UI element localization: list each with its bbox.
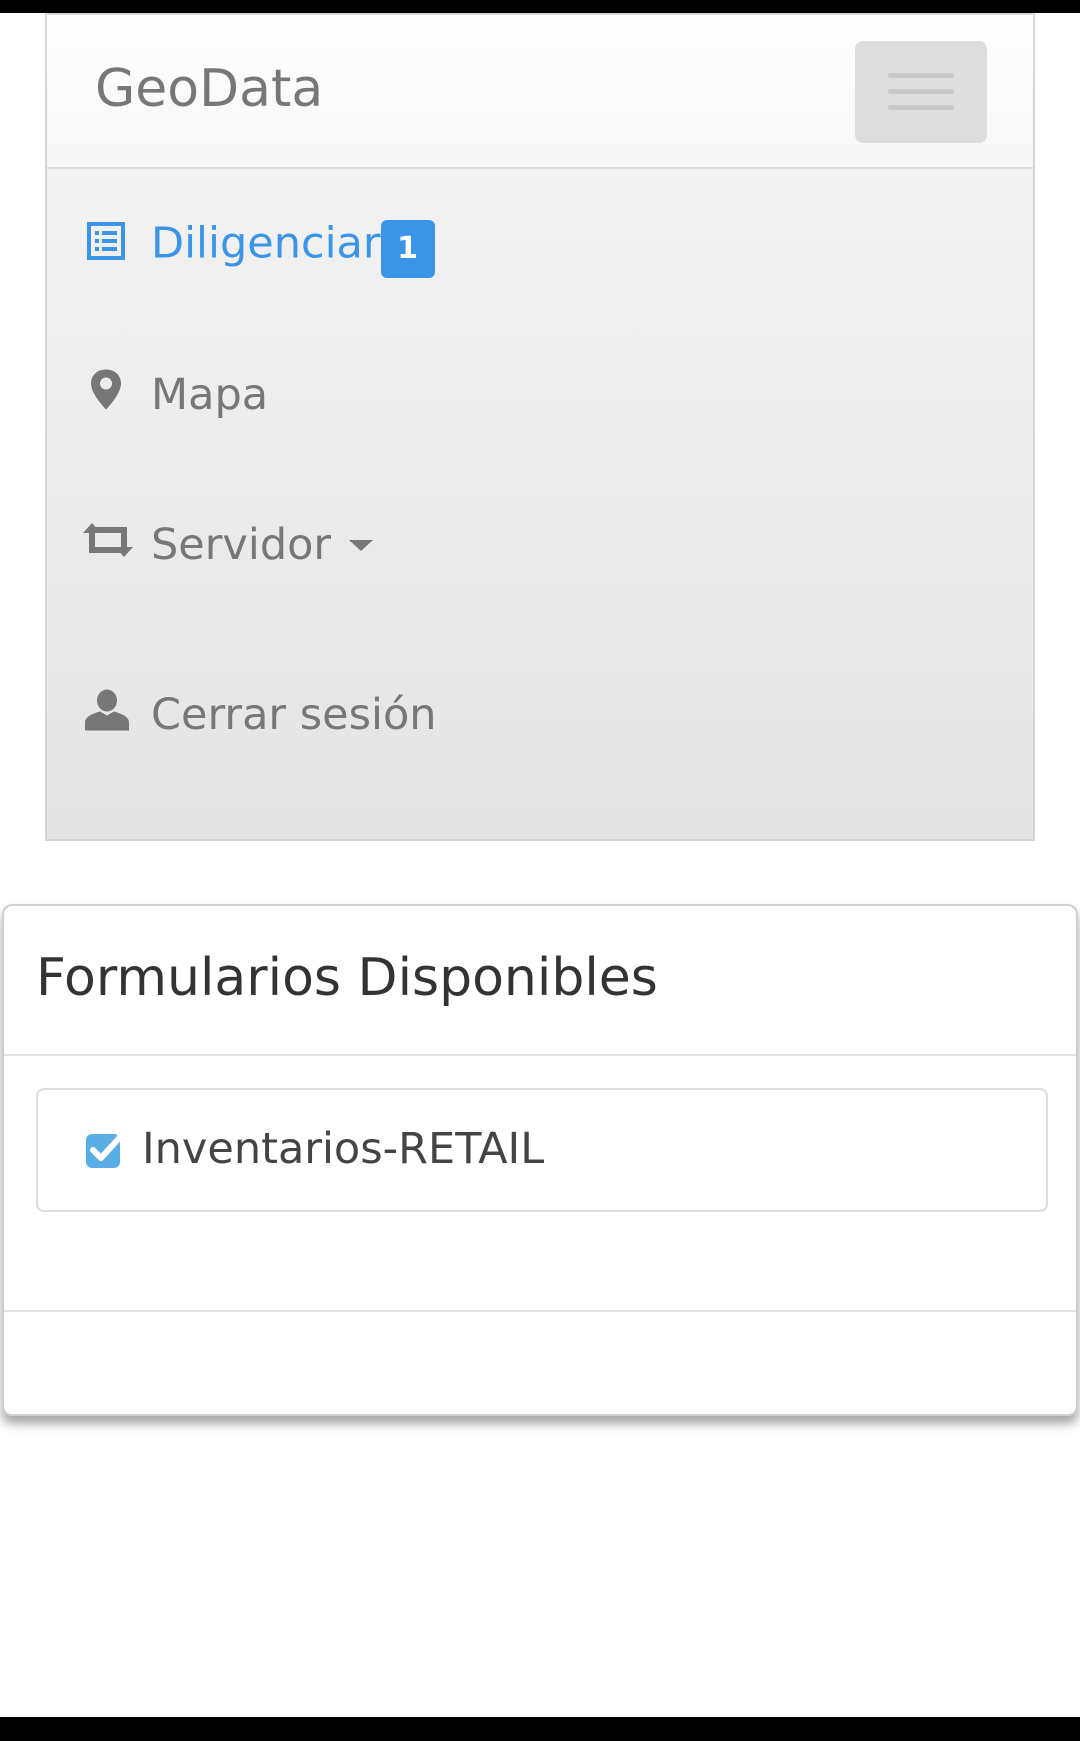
panel-header: Formularios Disponibles: [4, 906, 1076, 1056]
panel-title: Formularios Disponibles: [36, 948, 658, 1008]
nav-item-diligenciar-text: Diligenciar 1: [151, 217, 435, 278]
list-icon: [87, 221, 125, 271]
nav-item-label: Servidor: [151, 520, 332, 570]
hamburger-menu-icon: [888, 73, 954, 78]
navbar-header: GeoData: [47, 15, 1033, 169]
status-bar: [0, 0, 1080, 13]
nav-item-label: Mapa: [151, 370, 269, 420]
user-icon: [85, 689, 129, 742]
caret-down-icon: [349, 540, 374, 551]
nav-item-label: Cerrar sesión: [151, 690, 437, 740]
nav-item-label: Diligenciar: [151, 218, 381, 269]
hamburger-bar: [888, 105, 954, 110]
retweet-icon: [81, 520, 135, 570]
hamburger-bar: [888, 89, 954, 94]
map-marker-icon: [87, 368, 125, 423]
brand-title[interactable]: GeoData: [95, 63, 323, 115]
nav-item-mapa[interactable]: Mapa: [47, 340, 1033, 450]
form-list-item[interactable]: Inventarios-RETAIL: [36, 1088, 1048, 1212]
forms-panel: Formularios Disponibles Inventarios-RETA…: [2, 904, 1078, 1416]
navbar: GeoData Diligenciar 1 Mapa Servidor Cerr…: [45, 13, 1035, 841]
panel-footer-divider: [4, 1310, 1076, 1312]
navigation-bar: [0, 1717, 1080, 1741]
count-badge: 1: [380, 220, 435, 278]
nav-item-servidor[interactable]: Servidor: [47, 490, 1033, 600]
nav-item-diligenciar[interactable]: Diligenciar 1: [47, 191, 1033, 301]
nav-item-servidor-text: Servidor: [151, 520, 374, 570]
nav-item-cerrar-sesion[interactable]: Cerrar sesión: [47, 660, 1033, 770]
check-square-icon: [84, 1130, 124, 1174]
form-label: Inventarios-RETAIL: [142, 1124, 545, 1174]
menu-toggle-button[interactable]: [855, 41, 987, 143]
